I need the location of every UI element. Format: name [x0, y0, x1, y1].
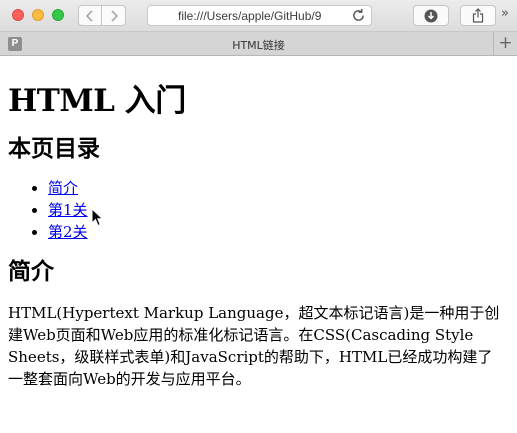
- download-icon: [424, 9, 438, 22]
- close-window-button[interactable]: [12, 9, 24, 21]
- reload-icon[interactable]: [351, 8, 366, 23]
- page-content: HTML 入门 本页目录 简介 第1关 第2关 简介 HTML(Hypertex…: [0, 56, 517, 433]
- zoom-window-button[interactable]: [52, 9, 64, 21]
- page-title: HTML 入门: [8, 83, 186, 119]
- minimize-window-button[interactable]: [32, 9, 44, 21]
- share-button[interactable]: [460, 5, 496, 26]
- toc-item: 简介: [48, 177, 509, 199]
- share-icon: [472, 8, 484, 23]
- back-button[interactable]: [78, 5, 102, 26]
- url-text: file:///Users/apple/GitHub/9: [178, 9, 322, 23]
- toc-link-level-2[interactable]: 第2关: [48, 223, 88, 241]
- toc-link-level-1[interactable]: 第1关: [48, 201, 88, 219]
- new-tab-button[interactable]: +: [493, 32, 517, 55]
- tab-bar: P HTML链接 +: [0, 32, 517, 56]
- intro-heading: 简介: [8, 258, 54, 285]
- forward-button[interactable]: [102, 5, 126, 26]
- active-tab-title[interactable]: HTML链接: [30, 37, 487, 53]
- more-toolbar-items-button[interactable]: »: [501, 6, 509, 21]
- toc-heading: 本页目录: [8, 135, 100, 162]
- toc-item: 第1关: [48, 199, 509, 221]
- forward-icon: [110, 9, 118, 22]
- browser-toolbar: file:///Users/apple/GitHub/9 »: [0, 0, 517, 32]
- mouse-cursor-icon: [91, 208, 104, 227]
- address-bar[interactable]: file:///Users/apple/GitHub/9: [147, 5, 372, 26]
- toc-list: 简介 第1关 第2关: [8, 177, 509, 243]
- toc-link-intro[interactable]: 简介: [48, 179, 78, 197]
- back-icon: [85, 9, 93, 22]
- downloads-button[interactable]: [413, 5, 449, 26]
- toc-item: 第2关: [48, 221, 509, 243]
- intro-paragraph: HTML(Hypertext Markup Language，超文本标记语言)是…: [8, 304, 500, 388]
- pinned-tab[interactable]: P: [8, 37, 22, 51]
